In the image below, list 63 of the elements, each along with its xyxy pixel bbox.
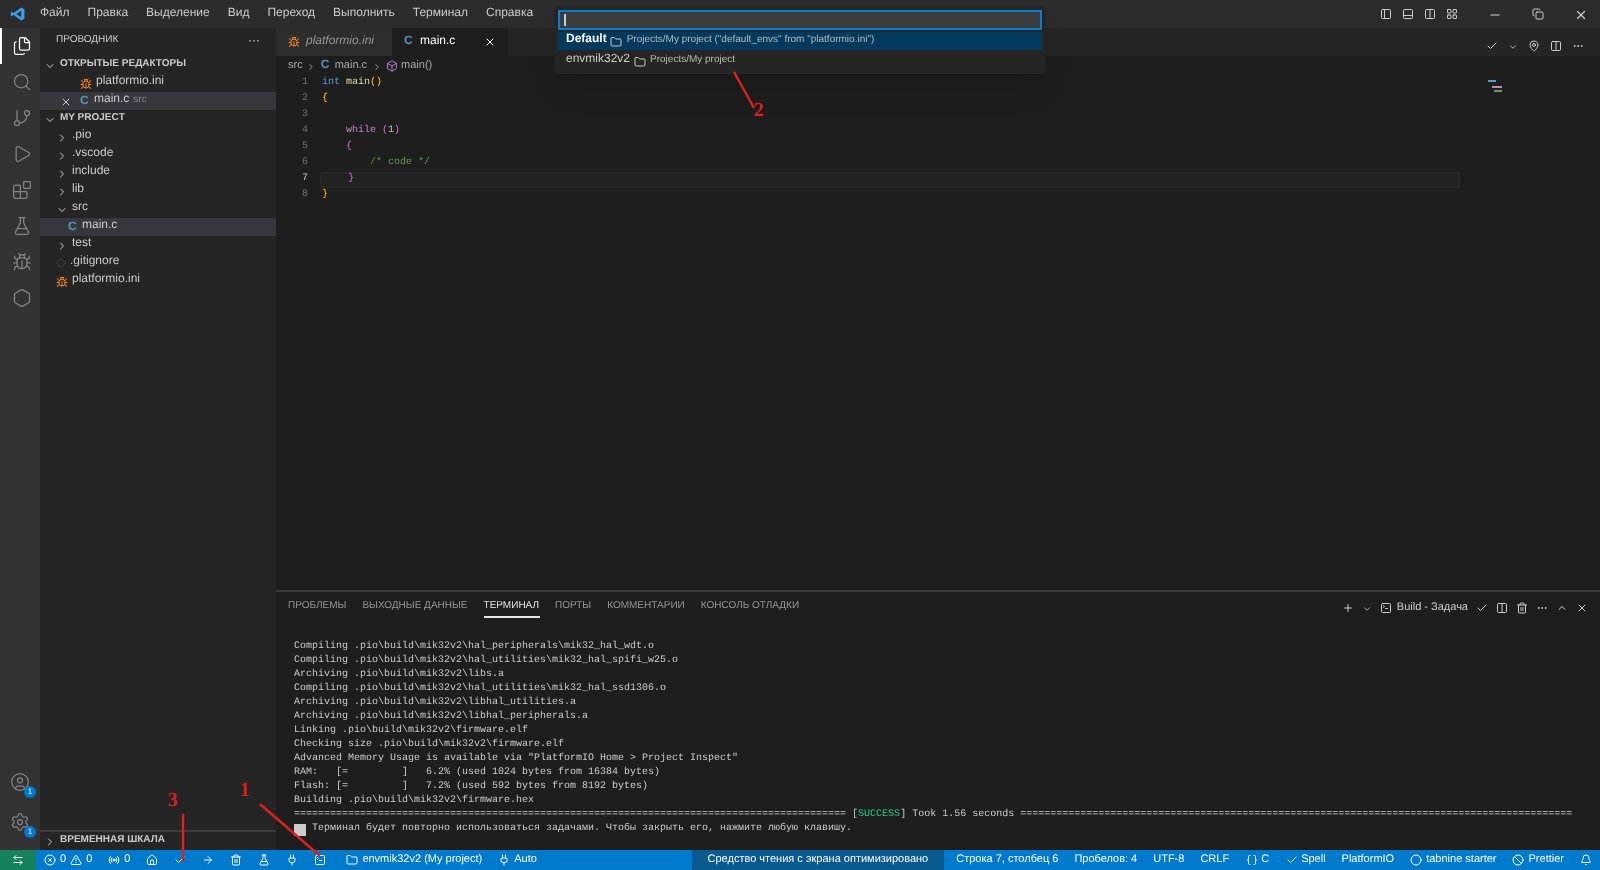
chevron-down-icon[interactable]: [1362, 603, 1373, 613]
layout-grid-icon[interactable]: [1446, 8, 1458, 20]
check-icon: [174, 854, 187, 866]
arrow-right-icon: [202, 854, 215, 866]
app-logo-icon: [10, 6, 26, 22]
check-icon[interactable]: [1476, 602, 1488, 614]
terminal-icon: [314, 854, 327, 866]
prohibited-icon: [1512, 854, 1525, 866]
quick-pick-input[interactable]: [558, 10, 1042, 30]
close-icon[interactable]: [1574, 7, 1588, 21]
chevron-right-icon: [56, 239, 68, 251]
panel-toggle-icon[interactable]: [1402, 8, 1414, 20]
restore-icon[interactable]: [1532, 8, 1544, 20]
plug-icon: [498, 854, 511, 866]
chevron-down-icon: [44, 59, 56, 71]
info-icon: [294, 824, 306, 836]
folder-icon: [346, 854, 359, 866]
chevron-down-icon: [56, 203, 68, 215]
diamond-icon: [56, 258, 66, 268]
circle-icon: [1410, 854, 1423, 866]
flask-icon: [258, 854, 271, 866]
new-terminal-icon[interactable]: [1342, 602, 1355, 614]
check-icon: [1285, 854, 1298, 866]
bell-icon: [1580, 854, 1592, 866]
annotation-number: 1: [240, 782, 250, 802]
split-terminal-icon[interactable]: [1496, 602, 1508, 614]
check-icon[interactable]: [1486, 40, 1498, 52]
account-icon[interactable]: [10, 772, 30, 792]
remote-icon: [12, 854, 24, 866]
trash-icon[interactable]: [1516, 602, 1528, 614]
bug-icon: [56, 275, 68, 287]
chevron-right-icon: [371, 61, 382, 71]
trash-icon: [230, 854, 243, 866]
annotation-line: [732, 70, 756, 110]
settings-icon[interactable]: [10, 812, 30, 832]
close-icon[interactable]: [60, 95, 72, 107]
terminal-icon: [1380, 602, 1393, 614]
cube-icon: [385, 60, 398, 72]
remote-button[interactable]: [0, 850, 36, 870]
sidebar-toggle-icon[interactable]: [1380, 8, 1392, 20]
warning-icon: [70, 854, 83, 866]
annotation-number: 2: [754, 102, 764, 122]
close-icon[interactable]: [1576, 602, 1588, 614]
braces-icon: [1245, 854, 1258, 866]
split-layout-icon[interactable]: [1424, 8, 1436, 20]
plug-icon: [286, 854, 299, 866]
folder-icon: [634, 55, 647, 67]
home-icon: [146, 854, 159, 866]
folder-icon: [610, 35, 623, 47]
chevron-right-icon: [44, 835, 56, 847]
bug-icon: [288, 36, 300, 48]
chevron-down-icon[interactable]: [1508, 41, 1518, 51]
minimap: [1488, 80, 1504, 96]
maximize-icon[interactable]: [1556, 602, 1568, 614]
chevron-down-icon: [44, 113, 56, 125]
annotation-line: [180, 814, 186, 862]
antenna-icon: [108, 854, 121, 866]
error-icon: [44, 854, 56, 866]
split-editor-icon[interactable]: [1550, 40, 1562, 52]
bug-icon: [80, 77, 92, 89]
chevron-right-icon: [306, 61, 317, 71]
annotation-number: 3: [168, 792, 178, 812]
pin-icon[interactable]: [1528, 40, 1540, 52]
